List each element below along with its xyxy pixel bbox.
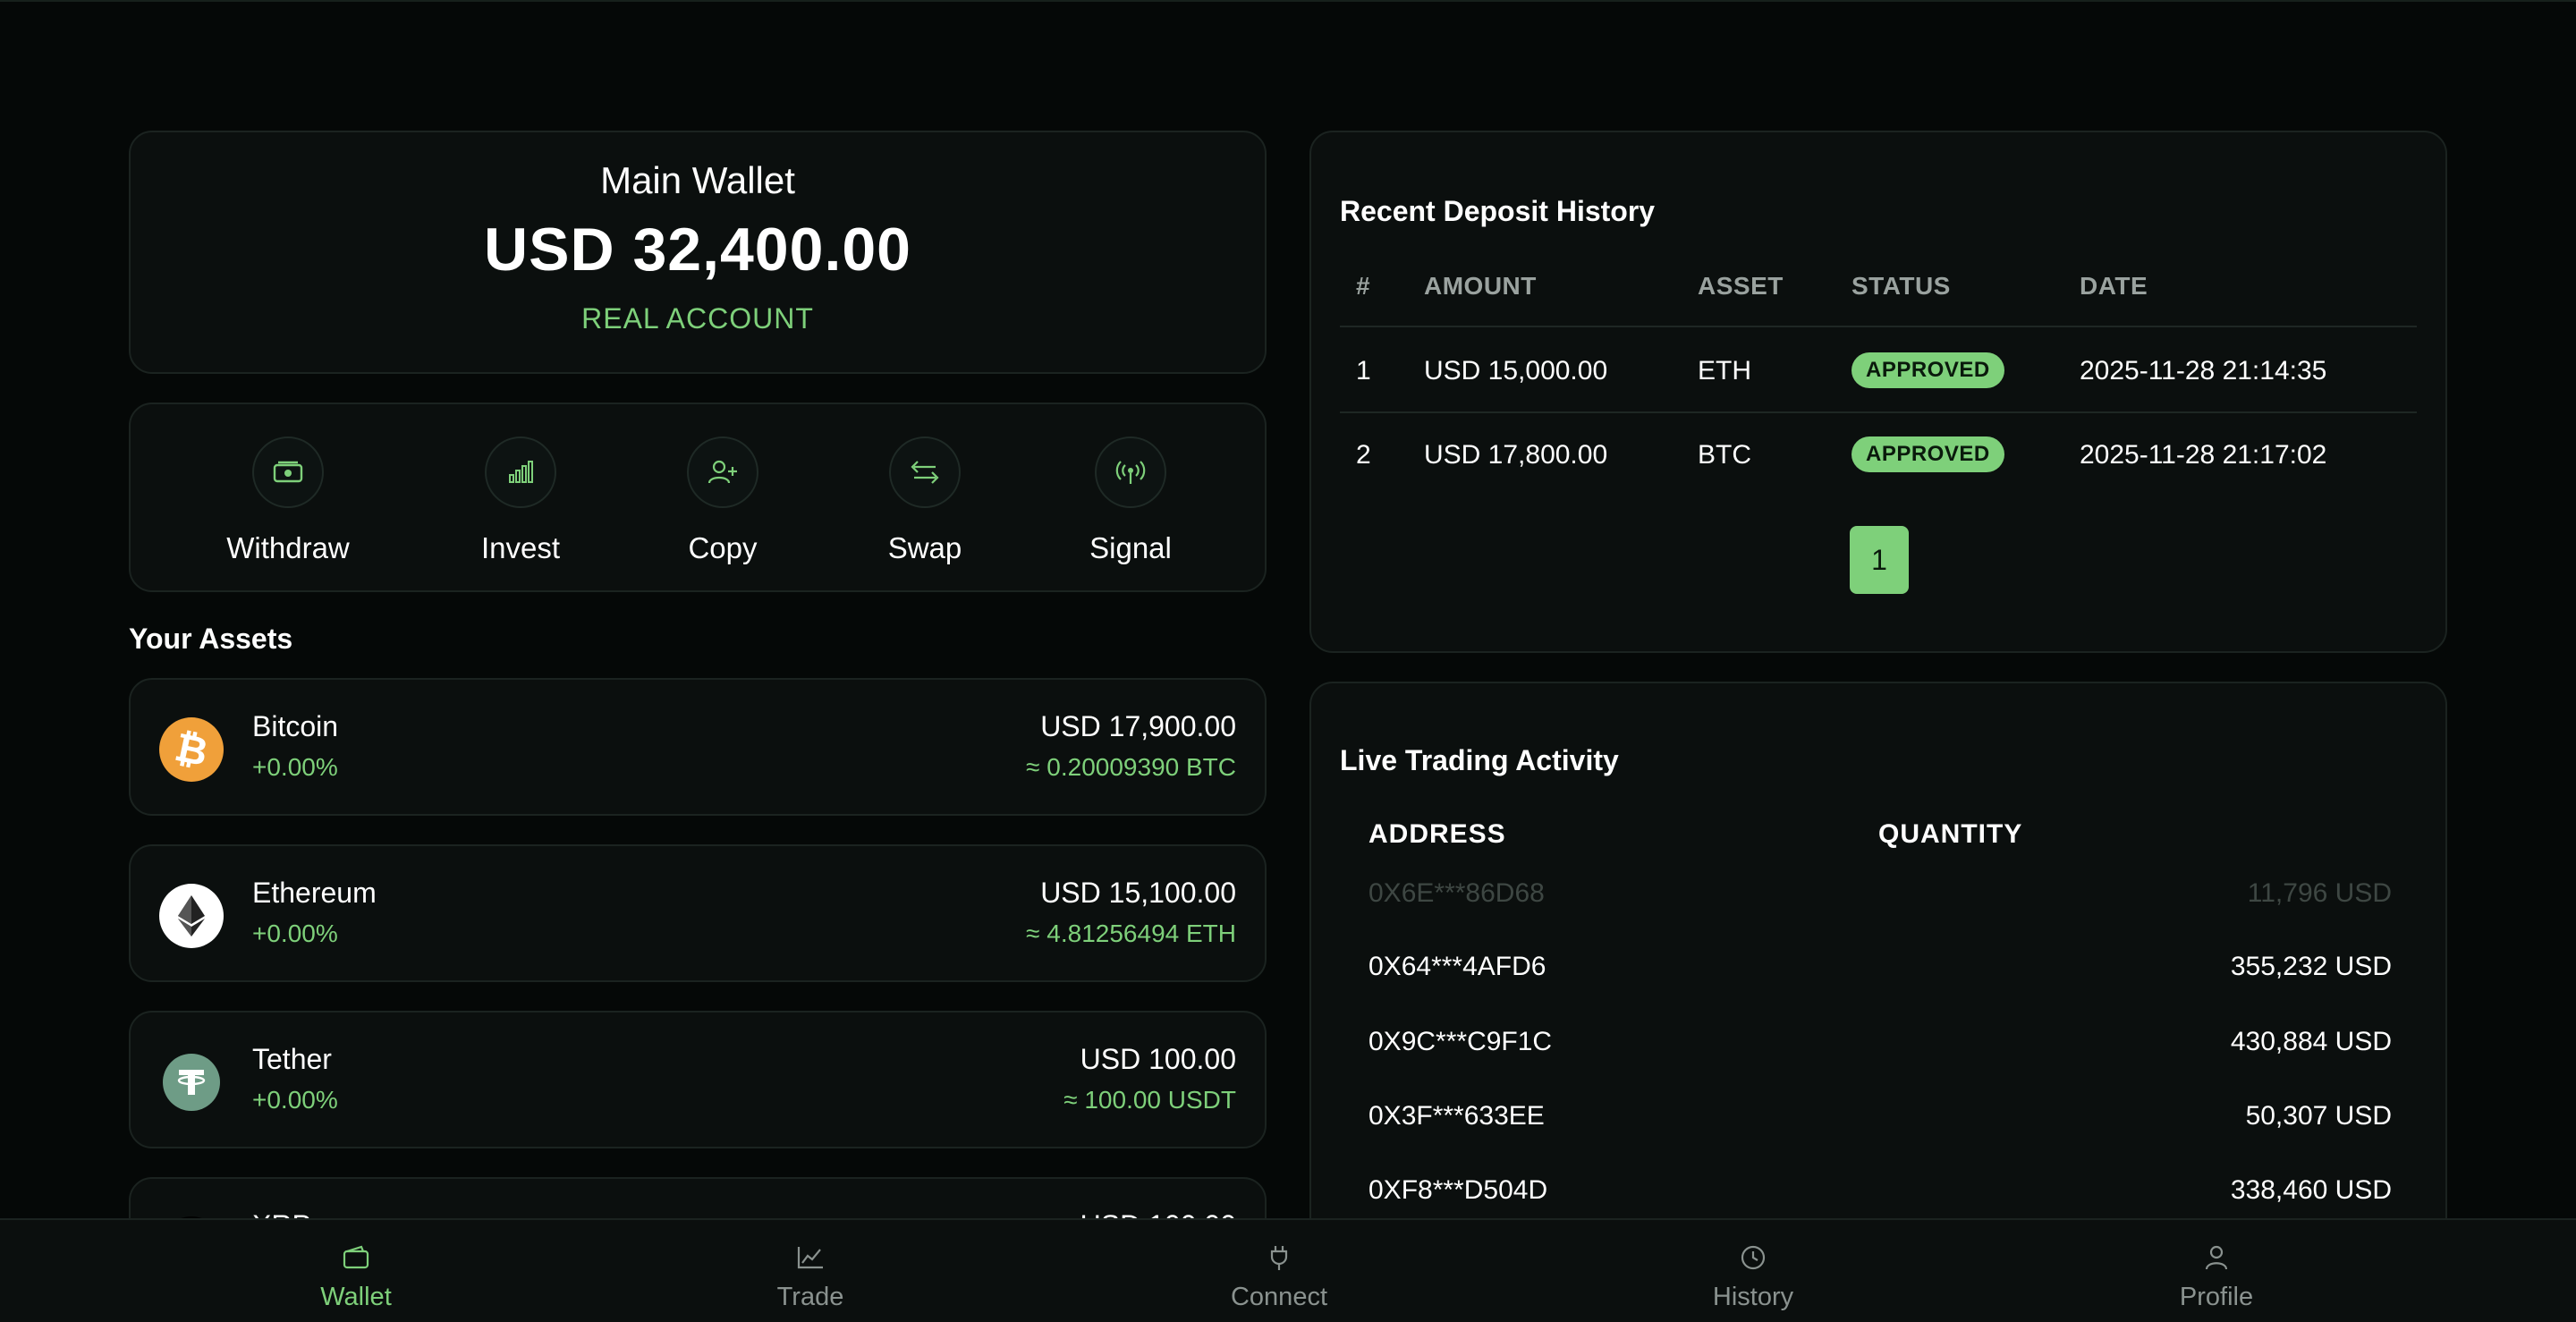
- asset-card-tether[interactable]: Tether +0.00% USD 100.00 ≈ 100.00 USDT: [129, 1011, 1267, 1148]
- asset-change: +0.00%: [252, 753, 338, 781]
- row-asset: ETH: [1698, 356, 1751, 386]
- trade-address: 0X9C***C9F1C: [1368, 1027, 1553, 1056]
- asset-change: +0.00%: [252, 919, 338, 947]
- copy-label: Copy: [688, 531, 758, 564]
- asset-amount: ≈ 0.20009390 BTC: [1026, 753, 1236, 781]
- table-row: 1 USD 15,000.00 ETH APPROVED 2025-11-28 …: [1340, 329, 2417, 413]
- asset-amount: ≈ 100.00 USDT: [1063, 1086, 1236, 1114]
- nav-profile[interactable]: Profile: [2127, 1241, 2306, 1312]
- trade-quantity: 338,460 USD: [2230, 1175, 2392, 1205]
- withdraw-label: Withdraw: [226, 531, 350, 564]
- clock-icon: [1664, 1241, 1843, 1274]
- bar-chart-icon: [485, 436, 556, 508]
- swap-arrows-icon: [889, 436, 961, 508]
- asset-name: Bitcoin: [252, 710, 339, 742]
- asset-amount: ≈ 4.81256494 ETH: [1026, 919, 1236, 947]
- signal-button[interactable]: Signal: [1041, 436, 1220, 565]
- nav-trade-label: Trade: [776, 1283, 844, 1311]
- row-date: 2025-11-28 21:17:02: [2080, 440, 2327, 470]
- asset-name: Ethereum: [252, 877, 377, 909]
- assets-section-title: Your Assets: [129, 623, 293, 655]
- trade-address: 0X64***4AFD6: [1368, 952, 1546, 981]
- trade-quantity: 50,307 USD: [2245, 1101, 2392, 1131]
- trade-address: 0X6E***86D68: [1368, 878, 1545, 908]
- live-trading-title: Live Trading Activity: [1340, 744, 1619, 776]
- signal-label: Signal: [1089, 531, 1172, 564]
- bottom-nav: Wallet Trade Connect History Profile: [0, 1218, 2576, 1322]
- tether-icon: [163, 1054, 220, 1111]
- main-wallet-card: Main Wallet USD 32,400.00 REAL ACCOUNT: [129, 131, 1267, 374]
- col-amount: AMOUNT: [1424, 272, 1537, 300]
- deposit-history-card: Recent Deposit History # AMOUNT ASSET ST…: [1309, 131, 2447, 653]
- trade-quantity: 355,232 USD: [2230, 952, 2392, 981]
- wallet-balance: USD 32,400.00: [484, 216, 911, 284]
- row-asset: BTC: [1698, 440, 1751, 470]
- list-item: 0X3F***633EE 50,307 USD: [1368, 1101, 2392, 1137]
- nav-connect[interactable]: Connect: [1190, 1241, 1368, 1312]
- broadcast-icon: [1095, 436, 1166, 508]
- pagination-page-1[interactable]: 1: [1850, 526, 1909, 594]
- wallet-icon: [267, 1241, 445, 1274]
- asset-value: USD 100.00: [1080, 1043, 1236, 1075]
- trade-address: 0XF8***D504D: [1368, 1175, 1548, 1205]
- trade-quantity: 11,796 USD: [2247, 878, 2392, 908]
- row-amount: USD 17,800.00: [1424, 440, 1608, 470]
- plug-icon: [1190, 1241, 1368, 1274]
- col-address: ADDRESS: [1368, 819, 1506, 849]
- invest-label: Invest: [480, 531, 561, 564]
- col-status: STATUS: [1852, 272, 1951, 300]
- nav-connect-label: Connect: [1230, 1283, 1327, 1311]
- cash-icon: [252, 436, 324, 508]
- list-item: 0X6E***86D68 11,796 USD: [1368, 878, 2392, 914]
- col-quantity: QUANTITY: [1878, 819, 2023, 849]
- invest-button[interactable]: Invest: [431, 436, 610, 565]
- trade-quantity: 430,884 USD: [2230, 1027, 2392, 1056]
- col-date: DATE: [2080, 272, 2148, 300]
- col-asset: ASSET: [1698, 272, 1784, 300]
- swap-label: Swap: [887, 531, 962, 564]
- list-item: 0XF8***D504D 338,460 USD: [1368, 1175, 2392, 1211]
- status-badge: APPROVED: [1852, 436, 2004, 472]
- asset-card-bitcoin[interactable]: ₿ Bitcoin +0.00% USD 17,900.00 ≈ 0.20009…: [129, 678, 1267, 816]
- nav-trade[interactable]: Trade: [721, 1241, 900, 1312]
- trade-address: 0X3F***633EE: [1368, 1101, 1545, 1131]
- asset-value: USD 17,900.00: [1040, 710, 1236, 742]
- nav-profile-label: Profile: [2179, 1283, 2254, 1311]
- row-index: 2: [1356, 440, 1371, 470]
- nav-history[interactable]: History: [1664, 1241, 1843, 1312]
- deposit-history-title: Recent Deposit History: [1340, 195, 1656, 227]
- quick-actions: Withdraw Invest Copy Swap Signal: [129, 403, 1267, 592]
- col-index: #: [1356, 272, 1371, 300]
- swap-button[interactable]: Swap: [835, 436, 1014, 565]
- wallet-title: Main Wallet: [600, 159, 795, 201]
- nav-history-label: History: [1712, 1283, 1794, 1311]
- row-date: 2025-11-28 21:14:35: [2080, 356, 2327, 386]
- account-type-label: REAL ACCOUNT: [581, 302, 814, 335]
- nav-wallet-label: Wallet: [320, 1283, 392, 1311]
- list-item: 0X9C***C9F1C 430,884 USD: [1368, 1027, 2392, 1063]
- deposit-table-header: # AMOUNT ASSET STATUS DATE: [1340, 272, 2417, 327]
- asset-name: Tether: [252, 1043, 332, 1075]
- nav-wallet[interactable]: Wallet: [267, 1241, 445, 1312]
- user-plus-icon: [687, 436, 758, 508]
- status-badge: APPROVED: [1852, 352, 2004, 388]
- asset-value: USD 15,100.00: [1040, 877, 1236, 909]
- withdraw-button[interactable]: Withdraw: [199, 436, 377, 565]
- table-row: 2 USD 17,800.00 BTC APPROVED 2025-11-28 …: [1340, 413, 2417, 497]
- user-icon: [2127, 1241, 2306, 1274]
- list-item: 0X64***4AFD6 355,232 USD: [1368, 952, 2392, 987]
- asset-change: +0.00%: [252, 1086, 338, 1114]
- copy-button[interactable]: Copy: [633, 436, 812, 565]
- ethereum-icon: [159, 884, 224, 948]
- line-chart-icon: [721, 1241, 900, 1274]
- bitcoin-icon: ₿: [159, 717, 224, 782]
- asset-card-ethereum[interactable]: Ethereum +0.00% USD 15,100.00 ≈ 4.812564…: [129, 844, 1267, 982]
- row-index: 1: [1356, 356, 1371, 386]
- row-amount: USD 15,000.00: [1424, 356, 1608, 386]
- top-divider: [0, 0, 2576, 2]
